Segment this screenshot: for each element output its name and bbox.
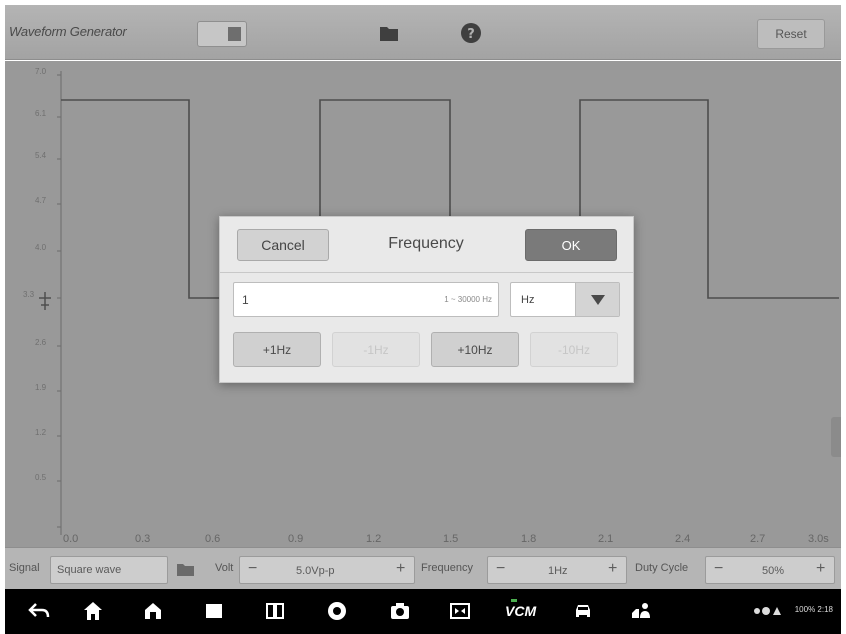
- control-bar: Signal Square wave Volt − 5.0Vp-p + Freq…: [5, 547, 841, 589]
- recent-apps-icon[interactable]: [202, 599, 226, 623]
- x-tick-label: 2.4: [675, 533, 691, 545]
- back-icon[interactable]: [27, 599, 51, 623]
- volt-label: Volt: [215, 562, 234, 574]
- volt-minus-button[interactable]: −: [248, 560, 257, 578]
- camera-icon[interactable]: [388, 599, 412, 623]
- volt-plus-button[interactable]: +: [396, 560, 405, 578]
- help-icon[interactable]: ?: [457, 19, 485, 47]
- y-tick-label: 2.6: [35, 338, 47, 347]
- signal-value: Square wave: [57, 564, 122, 576]
- folder-icon[interactable]: [375, 19, 403, 47]
- y-axis-ticks: [57, 74, 61, 528]
- plus-1hz-button[interactable]: +1Hz: [233, 332, 321, 367]
- frequency-minus-button[interactable]: −: [496, 560, 505, 578]
- duty-cycle-stepper: − 50% +: [705, 556, 835, 584]
- y-tick-label: 6.1: [35, 109, 47, 118]
- x-tick-label: 0.3: [135, 533, 151, 545]
- signal-label: Signal: [9, 562, 40, 574]
- ground-marker-icon[interactable]: [39, 292, 51, 310]
- unit-select-value: Hz: [521, 294, 535, 306]
- cancel-button[interactable]: Cancel: [237, 229, 329, 261]
- duty-cycle-label: Duty Cycle: [635, 562, 689, 574]
- top-toolbar: Waveform Generator ? Reset: [5, 5, 841, 60]
- y-tick-label: 3.3: [23, 290, 35, 299]
- run-toggle-button[interactable]: [197, 21, 247, 47]
- vcm-status-dot: [511, 599, 517, 602]
- frequency-stepper: − 1Hz +: [487, 556, 627, 584]
- vcm-icon[interactable]: VCM: [505, 599, 539, 623]
- frequency-label: Frequency: [421, 562, 473, 574]
- volt-stepper: − 5.0Vp-p +: [239, 556, 415, 584]
- svg-text:?: ?: [467, 27, 475, 42]
- minus-1hz-button[interactable]: -1Hz: [332, 332, 420, 367]
- frequency-input-value: 1: [242, 293, 249, 307]
- toggle-knob: [228, 27, 241, 41]
- app-title: Waveform Generator: [9, 24, 127, 39]
- car-icon[interactable]: [571, 599, 595, 623]
- dialog-divider: [220, 272, 633, 273]
- split-screen-icon[interactable]: [263, 599, 287, 623]
- screen-mirror-icon[interactable]: [448, 599, 472, 623]
- x-tick-label: 0.0: [63, 533, 79, 545]
- dropdown-button[interactable]: [575, 283, 619, 316]
- dialog-title: Frequency: [388, 235, 464, 252]
- x-tick-label: 1.8: [521, 533, 537, 545]
- minus-10hz-button[interactable]: -10Hz: [530, 332, 618, 367]
- x-tick-label: 0.6: [205, 533, 221, 545]
- frequency-dialog: Cancel Frequency OK 1 1 ~ 30000 Hz Hz +1…: [219, 216, 634, 383]
- x-tick-label: 2.7: [750, 533, 766, 545]
- home-icon[interactable]: [81, 599, 105, 623]
- chevron-down-icon: [591, 295, 605, 305]
- browser-icon[interactable]: [325, 599, 349, 623]
- frequency-plus-button[interactable]: +: [608, 560, 617, 578]
- y-tick-label: 5.4: [35, 151, 47, 160]
- duty-plus-button[interactable]: +: [816, 560, 825, 578]
- side-panel-handle[interactable]: [831, 417, 841, 457]
- volt-value: 5.0Vp-p: [296, 565, 335, 577]
- ok-button[interactable]: OK: [525, 229, 617, 261]
- frequency-value: 1Hz: [548, 565, 568, 577]
- x-tick-label: 1.2: [366, 533, 382, 545]
- folder-icon[interactable]: [175, 560, 197, 580]
- y-tick-label: 1.9: [35, 383, 47, 392]
- frequency-input-range: 1 ~ 30000 Hz: [444, 295, 492, 304]
- x-tick-label: 2.1: [598, 533, 614, 545]
- y-tick-label: 4.7: [35, 196, 47, 205]
- y-tick-label: 4.0: [35, 243, 47, 252]
- status-icons: [753, 603, 783, 619]
- frequency-input[interactable]: 1 1 ~ 30000 Hz: [233, 282, 499, 317]
- plus-10hz-button[interactable]: +10Hz: [431, 332, 519, 367]
- y-tick-label: 7.0: [35, 67, 47, 76]
- duty-minus-button[interactable]: −: [714, 560, 723, 578]
- y-tick-label: 1.2: [35, 428, 47, 437]
- reset-button[interactable]: Reset: [757, 19, 825, 49]
- unit-select[interactable]: Hz: [510, 282, 620, 317]
- remote-expert-icon[interactable]: [629, 599, 653, 623]
- status-battery-time: 100% 2:18: [794, 605, 833, 614]
- app-home-icon[interactable]: [141, 599, 165, 623]
- x-tick-label: 0.9: [288, 533, 304, 545]
- duty-value: 50%: [762, 565, 785, 577]
- y-tick-label: 0.5: [35, 473, 47, 482]
- x-tick-label: 3.0s: [808, 533, 829, 545]
- vcm-label: VCM: [505, 603, 537, 619]
- signal-select[interactable]: Square wave: [50, 556, 168, 584]
- x-tick-label: 1.5: [443, 533, 459, 545]
- system-nav-bar: VCM 100% 2:18: [5, 589, 841, 634]
